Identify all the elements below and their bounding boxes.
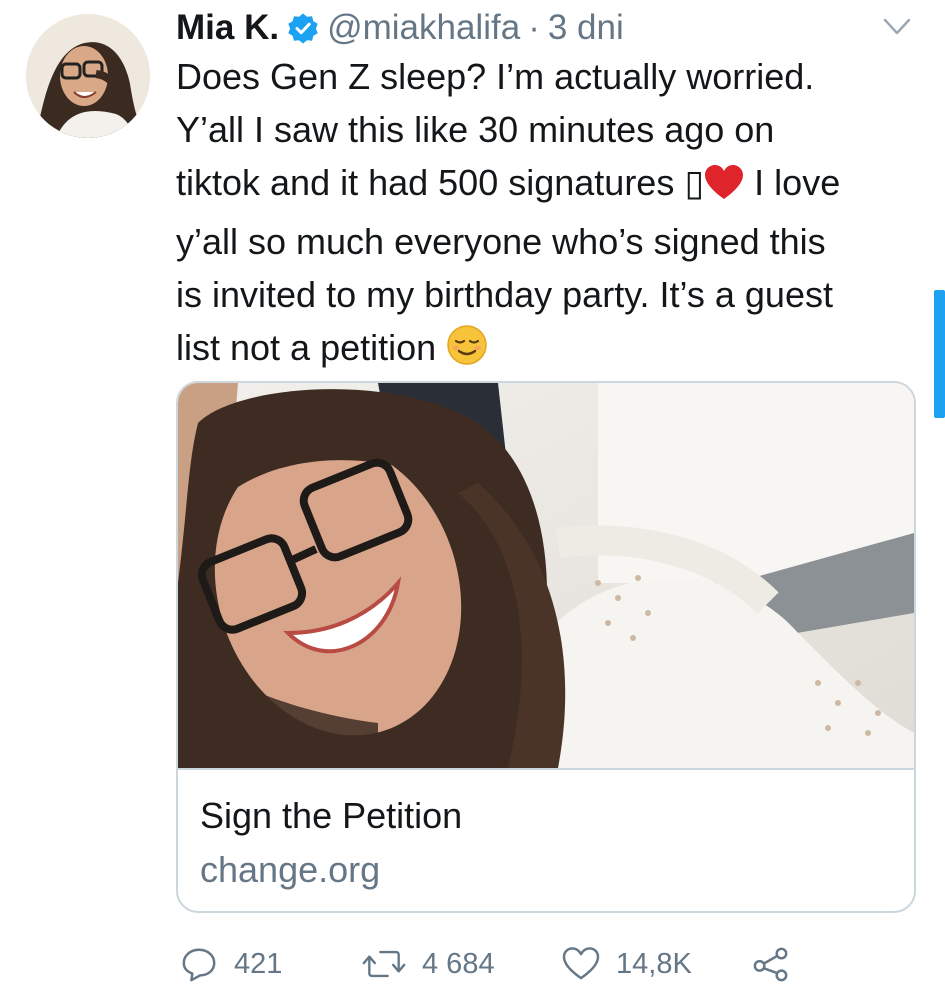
reply-count: 421 [234, 947, 283, 980]
like-count: 14,8K [616, 947, 692, 980]
card-title: Sign the Petition [200, 795, 463, 836]
like-button[interactable]: 14,8K [562, 940, 692, 988]
tweet-timestamp[interactable]: 3 dni [548, 8, 624, 48]
scroll-indicator[interactable] [934, 290, 945, 418]
red-heart-emoji [704, 162, 744, 215]
tweet-text-segment: I love [754, 162, 841, 203]
tweet-header: Mia K. @miakhalifa · 3 dni [176, 6, 624, 50]
relieved-face-emoji [446, 324, 488, 380]
tweet-text-segment: list not a petition [176, 327, 437, 368]
tweet-text: Does Gen Z sleep? I’m actually worried. … [176, 50, 926, 380]
tweet-text-segment: tiktok and it had 500 signatures [176, 162, 675, 203]
retweet-button[interactable]: 4 684 [362, 940, 495, 988]
reply-button[interactable]: 421 [180, 940, 282, 988]
reply-icon [182, 948, 216, 982]
tweet-text-line: Does Gen Z sleep? I’m actually worried. [176, 56, 815, 97]
tweet-text-line: tiktok and it had 500 signatures ▯ I lov… [176, 156, 926, 215]
heart-icon [562, 947, 600, 980]
link-card[interactable]: Sign the Petition change.org [176, 381, 916, 913]
retweet-icon [362, 950, 406, 978]
chevron-down-icon[interactable] [882, 16, 912, 38]
separator-dot: · [528, 8, 540, 47]
author-handle[interactable]: @miakhalifa [327, 8, 520, 48]
tweet-text-line: y’all so much everyone who’s signed this [176, 221, 826, 262]
card-image [178, 383, 914, 770]
tweet-text-line: is invited to my birthday party. It’s a … [176, 274, 833, 315]
card-domain: change.org [200, 849, 381, 890]
author-name[interactable]: Mia K. [176, 8, 279, 48]
tweet-text-line: Y’all I saw this like 30 minutes ago on [176, 109, 775, 150]
verified-badge-icon [287, 12, 319, 44]
avatar-image [26, 14, 150, 138]
missing-glyph: ▯ [684, 162, 705, 203]
share-icon [753, 947, 788, 982]
tweet: Mia K. @miakhalifa · 3 dni Does Gen Z sl… [0, 0, 945, 1000]
retweet-count: 4 684 [422, 947, 495, 980]
tweet-actions: 421 4 684 14,8K [0, 940, 945, 988]
tweet-text-line: list not a petition [176, 321, 926, 380]
avatar[interactable] [26, 14, 150, 138]
share-button[interactable] [752, 940, 790, 988]
